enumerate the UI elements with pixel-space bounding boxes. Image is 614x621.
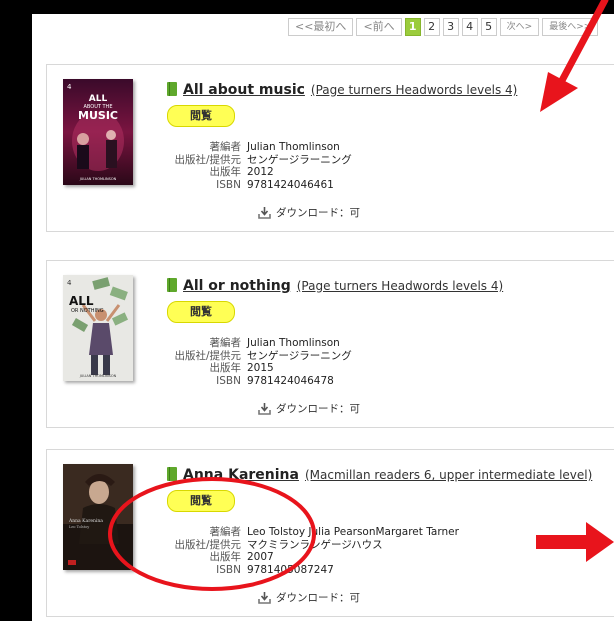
download-icon bbox=[258, 592, 271, 604]
cover-title: Anna Karenina bbox=[68, 518, 103, 524]
book-title-link[interactable]: All or nothing (Page turners Headwords le… bbox=[167, 275, 503, 294]
download-label: ダウンロード：可 bbox=[276, 403, 360, 415]
author-label: 著編者 bbox=[209, 526, 242, 538]
cover-author: JULIAN THOMLINSON bbox=[79, 374, 117, 378]
book-card: Anna Karenina Leo Tolstoy Anna Karenina (… bbox=[46, 449, 614, 617]
book-title[interactable]: All about music bbox=[183, 82, 305, 98]
isbn-label: ISBN bbox=[216, 374, 241, 387]
download-icon bbox=[258, 207, 271, 219]
browse-button[interactable]: 閲覧 bbox=[167, 105, 235, 127]
book-series: (Page turners Headwords levels 4) bbox=[296, 279, 504, 293]
book-title[interactable]: Anna Karenina bbox=[183, 467, 299, 483]
book-icon bbox=[167, 467, 177, 481]
book-title-link[interactable]: All about music (Page turners Headwords l… bbox=[167, 79, 517, 98]
cover-author: JULIAN THOMLINSON bbox=[79, 177, 117, 181]
publisher-label: 出版社/提供元 bbox=[174, 538, 241, 551]
publisher-label: 出版社/提供元 bbox=[174, 349, 241, 362]
pagination-page-2[interactable]: 2 bbox=[423, 18, 440, 36]
book-cover-image[interactable]: 4 ALL OR NOTHING JULIAN THOMLINSON bbox=[63, 275, 133, 381]
download-status: ダウンロード：可 bbox=[258, 401, 360, 416]
book-icon bbox=[167, 278, 177, 292]
year-label: 出版年 bbox=[209, 166, 242, 178]
download-icon bbox=[258, 403, 271, 415]
author-value: Julian Thomlinson bbox=[247, 337, 340, 349]
book-cover-image[interactable]: 4 ALL ABOUT THE MUSIC JULIAN THOMLINSON bbox=[63, 79, 133, 185]
cover-author: Leo Tolstoy bbox=[69, 525, 89, 529]
book-title[interactable]: All or nothing bbox=[183, 278, 291, 294]
author-value: Leo Tolstoy Julia PearsonMargaret Tarner bbox=[247, 526, 459, 538]
book-icon bbox=[167, 82, 177, 96]
pagination-first[interactable]: <<最初へ bbox=[288, 18, 354, 36]
year-label: 出版年 bbox=[209, 551, 242, 563]
download-label: ダウンロード：可 bbox=[276, 592, 360, 604]
book-card: 4 ALL ABOUT THE MUSIC JULIAN THOMLINSON … bbox=[46, 64, 614, 232]
book-metadata: 著編者 Julian Thomlinson 出版社/提供元 センゲージラーニング 出… bbox=[167, 337, 352, 387]
browse-button[interactable]: 閲覧 bbox=[167, 301, 235, 323]
download-label: ダウンロード：可 bbox=[276, 207, 360, 219]
isbn-value: 9781405087247 bbox=[247, 563, 334, 576]
svg-text:ALL: ALL bbox=[89, 94, 108, 104]
pagination-page-3[interactable]: 3 bbox=[442, 18, 459, 36]
browse-button[interactable]: 閲覧 bbox=[167, 490, 235, 512]
book-cover-image[interactable]: Anna Karenina Leo Tolstoy bbox=[63, 464, 133, 570]
author-value: Julian Thomlinson bbox=[247, 141, 340, 153]
year-value: 2012 bbox=[247, 166, 274, 178]
pagination-last[interactable]: 最後へ>> bbox=[542, 18, 599, 36]
svg-text:ALL: ALL bbox=[69, 294, 94, 308]
book-card: 4 ALL OR NOTHING JULIAN THOMLINSON All o… bbox=[46, 260, 614, 428]
isbn-value: 9781424046461 bbox=[247, 178, 334, 191]
author-label: 著編者 bbox=[209, 141, 242, 153]
year-label: 出版年 bbox=[209, 362, 242, 374]
publisher-value: センゲージラーニング bbox=[247, 153, 352, 166]
book-title-link[interactable]: Anna Karenina (Macmillan readers 6, upper… bbox=[167, 464, 592, 483]
pagination-next[interactable]: 次へ> bbox=[499, 18, 540, 36]
book-series: (Macmillan readers 6, upper intermediate… bbox=[304, 468, 593, 482]
book-metadata: 著編者 Julian Thomlinson 出版社/提供元 センゲージラーニング 出… bbox=[167, 141, 352, 191]
book-series: (Page turners Headwords levels 4) bbox=[310, 83, 518, 97]
publisher-value: センゲージラーニング bbox=[247, 349, 352, 362]
year-value: 2007 bbox=[247, 551, 274, 563]
svg-text:MUSIC: MUSIC bbox=[78, 109, 118, 122]
isbn-label: ISBN bbox=[216, 178, 241, 191]
cover-level: 4 bbox=[67, 83, 72, 91]
isbn-value: 9781424046478 bbox=[247, 374, 334, 387]
pagination-page-1[interactable]: 1 bbox=[404, 18, 421, 36]
pagination: <<最初へ <前へ 1 2 3 4 5 次へ> 最後へ>> bbox=[288, 18, 599, 36]
publisher-label: 出版社/提供元 bbox=[174, 153, 241, 166]
download-status: ダウンロード：可 bbox=[258, 205, 360, 220]
publisher-value: マクミランランゲージハウス bbox=[247, 538, 383, 551]
isbn-label: ISBN bbox=[216, 563, 241, 576]
pagination-page-5[interactable]: 5 bbox=[480, 18, 497, 36]
pagination-prev[interactable]: <前へ bbox=[356, 18, 402, 36]
cover-level: 4 bbox=[67, 279, 72, 287]
download-status: ダウンロード：可 bbox=[258, 590, 360, 605]
year-value: 2015 bbox=[247, 362, 274, 374]
book-metadata: 著編者 Leo Tolstoy Julia PearsonMargaret Tar… bbox=[167, 526, 459, 576]
svg-text:OR NOTHING: OR NOTHING bbox=[71, 308, 104, 314]
author-label: 著編者 bbox=[209, 337, 242, 349]
search-results-page: <<最初へ <前へ 1 2 3 4 5 次へ> 最後へ>> 4 ALL ABOU… bbox=[32, 14, 614, 621]
pagination-page-4[interactable]: 4 bbox=[461, 18, 478, 36]
